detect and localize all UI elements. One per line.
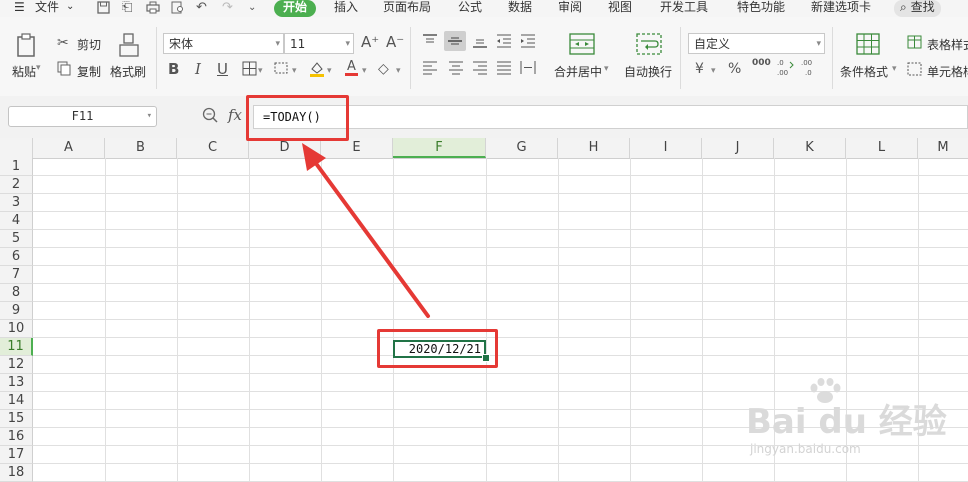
annotation-arrow: [302, 143, 430, 318]
